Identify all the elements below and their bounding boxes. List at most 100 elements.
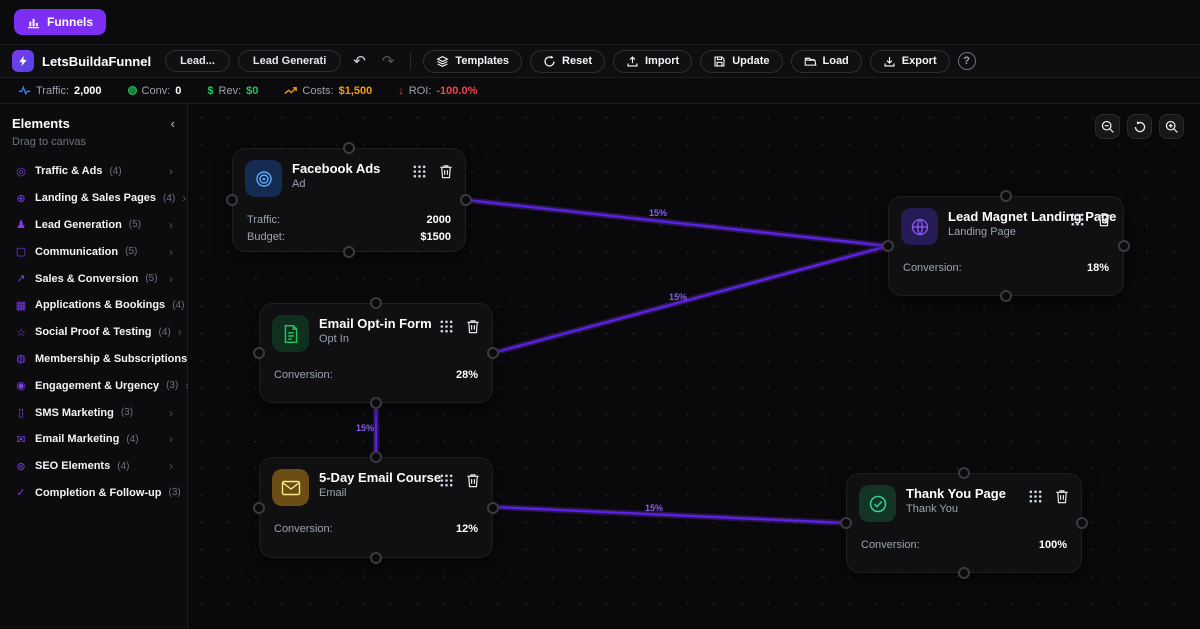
drag-handle-icon[interactable] <box>412 164 427 179</box>
sidebar-item-engagement-urgency[interactable]: ◉ Engagement & Urgency (3) › <box>12 372 175 399</box>
chevron-right-icon: › <box>169 432 173 446</box>
redo-icon[interactable]: ↷ <box>378 52 399 71</box>
bar-chart-icon <box>27 16 40 29</box>
sidebar-item-completion-follow-up[interactable]: ✓ Completion & Follow-up (3) › <box>12 480 175 507</box>
reset-icon <box>543 55 556 68</box>
roi-value: -100.0% <box>436 85 477 97</box>
connection-handle[interactable] <box>958 567 970 579</box>
connection-handle[interactable] <box>487 347 499 359</box>
sidebar-item-applications-bookings[interactable]: ▦ Applications & Bookings (4) › <box>12 292 175 319</box>
connection-handle[interactable] <box>840 517 852 529</box>
import-button[interactable]: Import <box>613 50 692 73</box>
field-label: Conversion: <box>903 262 962 274</box>
connection-handle[interactable] <box>226 194 238 206</box>
templates-button[interactable]: Templates <box>423 50 522 73</box>
edge-label: 15% <box>645 503 663 513</box>
drag-handle-icon[interactable] <box>1028 489 1043 504</box>
rev-value: $0 <box>246 85 258 97</box>
connection-handle[interactable] <box>958 467 970 479</box>
sidebar-item-communication[interactable]: ▢ Communication (5) › <box>12 238 175 265</box>
export-button[interactable]: Export <box>870 50 950 73</box>
collapse-sidebar-icon[interactable]: ‹ <box>171 116 175 131</box>
load-label: Load <box>823 55 849 67</box>
connection-handle[interactable] <box>487 502 499 514</box>
node-thank-you-page[interactable]: Thank You Page Thank You Conversion:100% <box>846 473 1082 573</box>
mail-icon: ✉ <box>14 433 28 446</box>
connection-handle[interactable] <box>370 397 382 409</box>
load-button[interactable]: Load <box>791 50 862 73</box>
connection-handle[interactable] <box>1000 290 1012 302</box>
trash-icon[interactable] <box>466 319 480 334</box>
node-title: 5-Day Email Course <box>319 470 429 485</box>
field-value: 18% <box>1087 262 1109 274</box>
globe-icon: ⊕ <box>14 192 28 205</box>
connection-handle[interactable] <box>1000 190 1012 202</box>
dollar-icon: $ <box>207 85 213 97</box>
node-email-opt-in-form[interactable]: Email Opt-in Form Opt In Conversion:28% <box>259 303 493 403</box>
trash-icon[interactable] <box>466 473 480 488</box>
sidebar-item-sms-marketing[interactable]: ▯ SMS Marketing (3) › <box>12 399 175 426</box>
sidebar-item-traffic-ads[interactable]: ◎ Traffic & Ads (4) › <box>12 158 175 185</box>
sidebar-item-email-marketing[interactable]: ✉ Email Marketing (4) › <box>12 426 175 453</box>
sidebar-item-sales-conversion[interactable]: ↗ Sales & Conversion (5) › <box>12 265 175 292</box>
sidebar-item-membership-subscriptions[interactable]: ◍ Membership & Subscriptions (3) › <box>12 346 175 373</box>
node-lead-magnet-landing-page[interactable]: Lead Magnet Landing Page Landing Page Co… <box>888 196 1124 296</box>
funnels-button[interactable]: Funnels <box>14 9 106 35</box>
node-5-day-email-course[interactable]: 5-Day Email Course Email Conversion:12% <box>259 457 493 558</box>
connection-handle[interactable] <box>882 240 894 252</box>
connection-handle[interactable] <box>253 502 265 514</box>
node-subtitle: Email <box>319 487 429 499</box>
roi-label: ROI: <box>409 85 432 97</box>
help-icon[interactable]: ? <box>958 52 976 70</box>
sidebar-item-landing-sales-pages[interactable]: ⊕ Landing & Sales Pages (4) › <box>12 185 175 212</box>
sidebar-item-seo-elements[interactable]: ⊛ SEO Elements (4) › <box>12 453 175 480</box>
chevron-right-icon: › <box>169 164 173 178</box>
conversion-dot-icon <box>128 86 137 95</box>
sidebar-item-lead-generation[interactable]: ♟ Lead Generation (5) › <box>12 212 175 239</box>
reset-button[interactable]: Reset <box>530 50 605 73</box>
drag-handle-icon[interactable] <box>439 473 454 488</box>
check-circle-icon: ✓ <box>14 486 28 499</box>
chevron-right-icon: › <box>169 272 173 286</box>
connection-handle[interactable] <box>1118 240 1130 252</box>
toolbar: LetsBuildaFunnel Lead... Lead Generati ↶… <box>0 45 1200 78</box>
trash-icon[interactable] <box>1055 489 1069 504</box>
drag-handle-icon[interactable] <box>439 319 454 334</box>
top-bar: Funnels <box>0 0 1200 45</box>
connection-handle[interactable] <box>343 142 355 154</box>
edge-label: 15% <box>649 208 667 218</box>
zoom-out-icon[interactable] <box>1095 114 1120 139</box>
sidebar-item-count: (5) <box>129 219 141 230</box>
sidebar-item-label: Completion & Follow-up <box>35 487 161 499</box>
connection-handle[interactable] <box>460 194 472 206</box>
connection-handle[interactable] <box>370 552 382 564</box>
update-button[interactable]: Update <box>700 50 782 73</box>
drag-handle-icon[interactable] <box>1070 212 1085 227</box>
sidebar-item-count: (3) <box>166 380 178 391</box>
stat-roi: ↓ ROI: -100.0% <box>398 85 477 97</box>
undo-icon[interactable]: ↶ <box>349 52 370 71</box>
sidebar-title: Elements <box>12 116 70 131</box>
zoom-in-icon[interactable] <box>1159 114 1184 139</box>
chevron-right-icon: › <box>169 218 173 232</box>
funnel-select-pill[interactable]: Lead... <box>165 50 230 72</box>
sidebar-item-label: SEO Elements <box>35 460 110 472</box>
app-logo-bolt-icon <box>12 50 34 72</box>
connection-handle[interactable] <box>370 451 382 463</box>
connection-handle[interactable] <box>343 246 355 258</box>
sidebar-item-social-proof-testing[interactable]: ☆ Social Proof & Testing (4) › <box>12 319 175 346</box>
trash-icon[interactable] <box>1097 212 1111 227</box>
node-title: Thank You Page <box>906 486 1018 501</box>
connection-handle[interactable] <box>370 297 382 309</box>
node-title: Facebook Ads <box>292 161 402 176</box>
connection-handle[interactable] <box>253 347 265 359</box>
templates-label: Templates <box>455 55 509 67</box>
node-facebook-ads[interactable]: Facebook Ads Ad Traffic:2000 Budget:$150… <box>232 148 466 252</box>
reset-view-icon[interactable] <box>1127 114 1152 139</box>
node-subtitle: Thank You <box>906 503 1018 515</box>
funnel-canvas[interactable]: 15% 15% 15% 15% Facebook Ads Ad Traffic:… <box>188 104 1200 629</box>
chat-icon: ▢ <box>14 245 28 258</box>
connection-handle[interactable] <box>1076 517 1088 529</box>
trash-icon[interactable] <box>439 164 453 179</box>
funnel-name-pill[interactable]: Lead Generati <box>238 50 341 72</box>
